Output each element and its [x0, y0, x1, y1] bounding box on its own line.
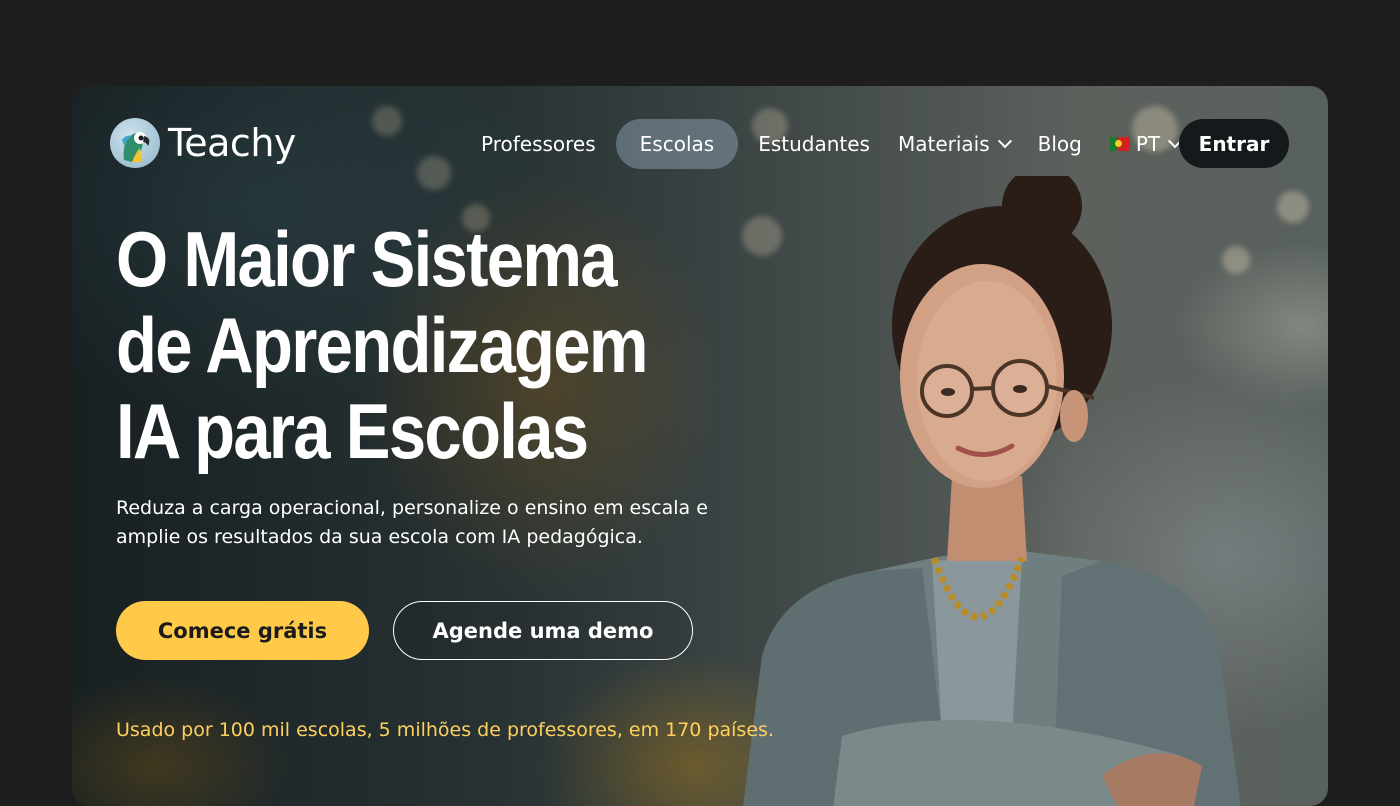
headline-line: IA para Escolas	[116, 387, 589, 475]
schedule-demo-button[interactable]: Agende uma demo	[393, 601, 693, 660]
nav-menu: Professores Escolas Estudantes Materiais…	[467, 119, 1194, 169]
brand-logo[interactable]: Teachy	[110, 118, 296, 168]
subtitle-line: amplie os resultados da sua escola com I…	[116, 526, 643, 548]
portugal-flag-icon	[1109, 137, 1130, 151]
nav-item-materiais-label: Materiais	[897, 132, 990, 156]
headline-line: O Maior Sistema	[116, 215, 618, 303]
nav-item-estudantes[interactable]: Estudantes	[744, 119, 884, 169]
hero-section: Teachy Professores Escolas Estudantes Ma…	[72, 86, 1328, 806]
nav-item-materiais[interactable]: Materiais	[884, 119, 1024, 169]
brand-name: Teachy	[168, 121, 296, 165]
hero-subtitle: Reduza a carga operacional, personalize …	[116, 494, 716, 552]
teacher-photo	[743, 176, 1241, 806]
subtitle-line: Reduza a carga operacional, personalize …	[116, 497, 708, 519]
parrot-logo-icon	[110, 118, 160, 168]
usage-stats: Usado por 100 mil escolas, 5 milhões de …	[116, 719, 774, 741]
headline-line: de Aprendizagem	[116, 301, 649, 389]
top-navigation: Teachy Professores Escolas Estudantes Ma…	[72, 86, 1328, 201]
language-label: PT	[1135, 132, 1161, 156]
chevron-down-icon	[997, 134, 1012, 149]
nav-item-blog[interactable]: Blog	[1024, 119, 1096, 169]
hero-headline: O Maior Sistema de Aprendizagem IA para …	[116, 216, 649, 474]
nav-item-professores[interactable]: Professores	[467, 119, 610, 169]
login-button[interactable]: Entrar	[1179, 119, 1289, 168]
start-free-button[interactable]: Comece grátis	[116, 601, 369, 660]
nav-item-escolas[interactable]: Escolas	[615, 119, 739, 169]
